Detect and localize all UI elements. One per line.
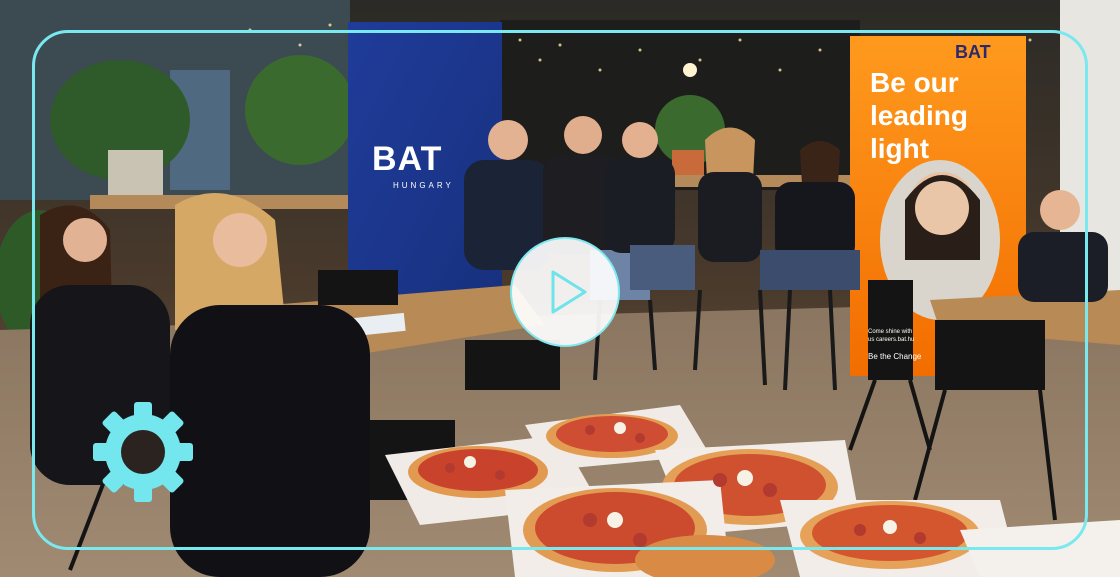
play-button[interactable] (510, 237, 620, 347)
banner-headline-line2: leading (870, 100, 969, 131)
bat-hungary-logo: BAT (372, 140, 443, 178)
banner-headline-line3: light (870, 133, 930, 164)
banner-subtitle: HUNGARY (393, 181, 454, 190)
video-player[interactable]: BAT HUNGARY BAT Be our leading light Com… (0, 0, 1120, 577)
banner-headline-line1: Be our (870, 67, 959, 98)
banner-headline: Be our leading light (870, 66, 1020, 165)
banner-cta: Be the Change (868, 352, 922, 361)
play-icon (551, 270, 587, 314)
settings-button[interactable] (88, 398, 198, 506)
bat-logo: BAT (955, 42, 991, 62)
gear-icon (93, 402, 193, 502)
banner-small-text: Come shine with us careers.bat.hu (868, 329, 915, 343)
